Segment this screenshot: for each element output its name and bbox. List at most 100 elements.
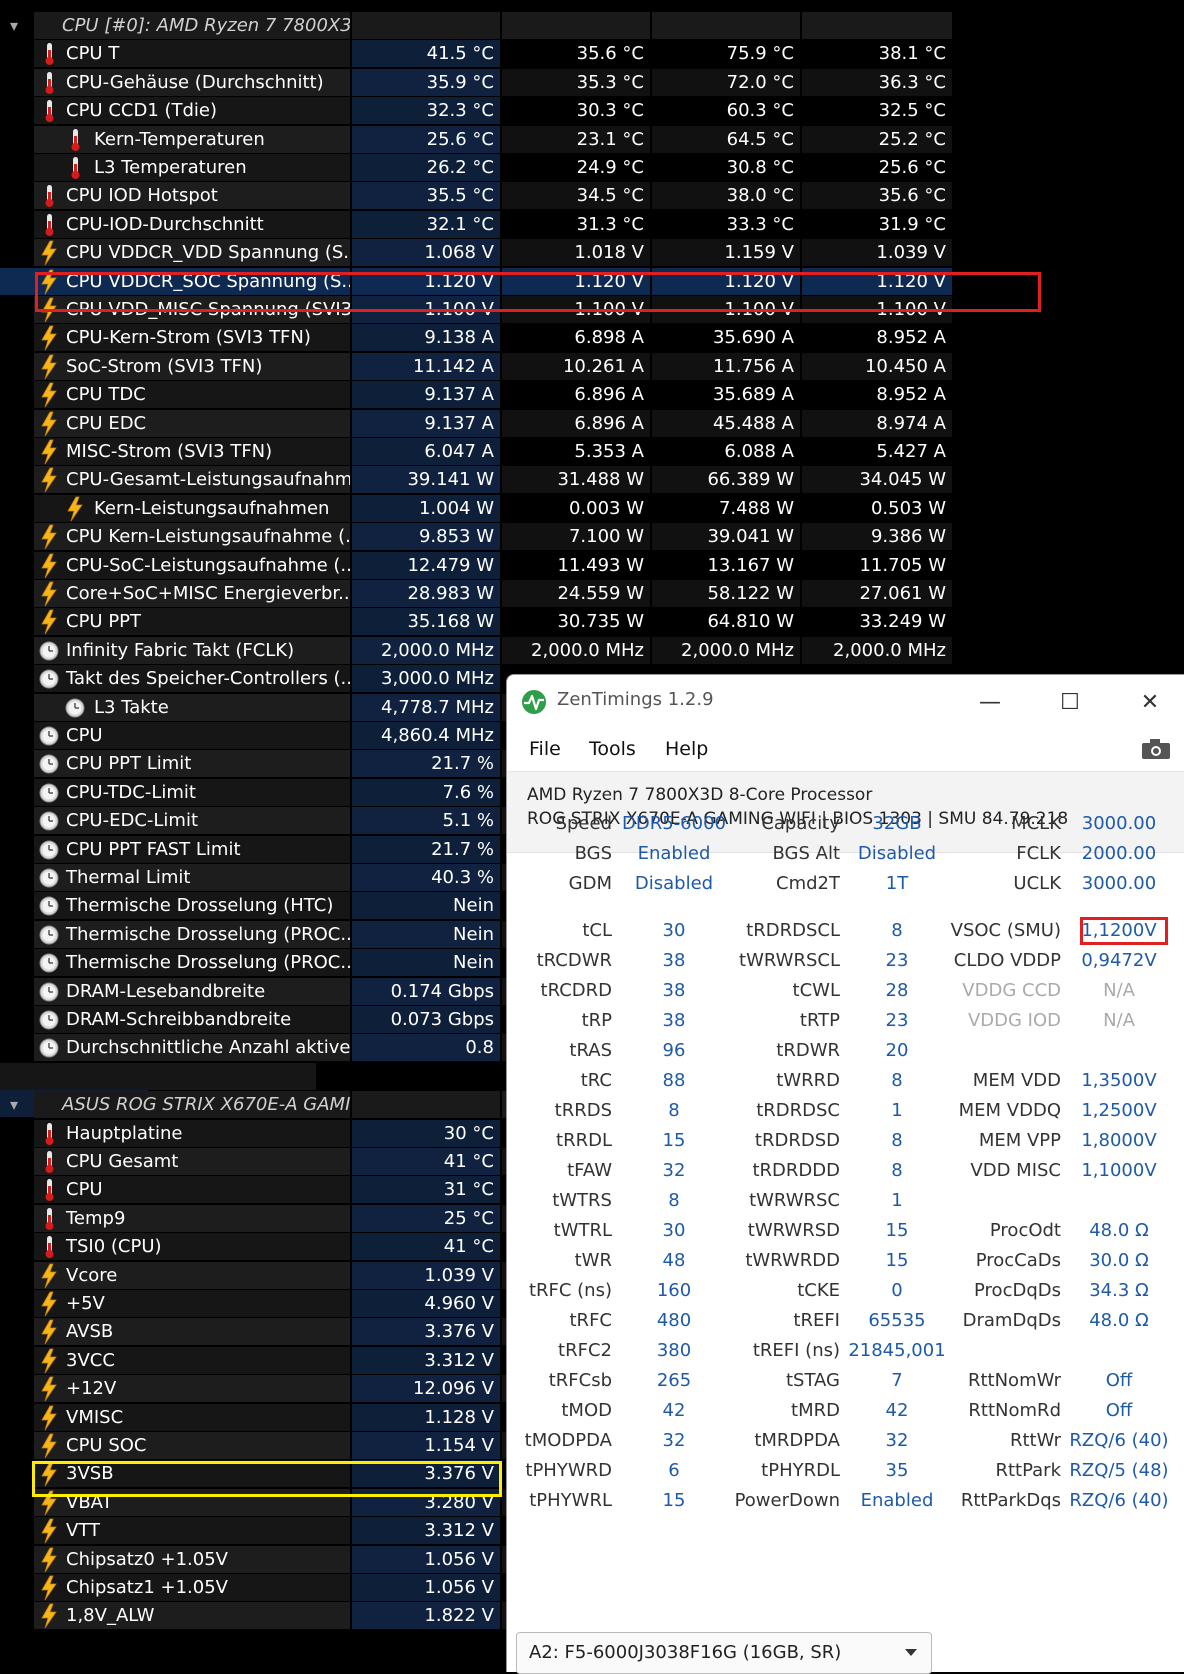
clock-icon	[38, 723, 60, 749]
collapse-chevron-icon[interactable]: ▾	[10, 12, 18, 39]
sensor-label: VMISC	[34, 1404, 350, 1431]
value-text: 25.2 °C	[878, 129, 946, 150]
sensor-row[interactable]: CPU TDC 9.137 A 6.896 A 35.689 A 8.952 A	[0, 381, 952, 410]
timing-label: ProcCaDs	[975, 1250, 1061, 1271]
clock-icon	[38, 751, 60, 777]
value-text: 1.056 V	[424, 1577, 494, 1598]
sensor-row[interactable]: CPU IOD Hotspot 35.5 °C 34.5 °C 38.0 °C 35.6…	[0, 182, 952, 211]
timing-label: tWTRL	[553, 1220, 612, 1241]
sensor-row[interactable]: CPU-SoC-Leistungsaufnahme (... 12.479 W 11…	[0, 552, 952, 581]
sensor-row[interactable]: CPU-Gehäuse (Durchschnitt) 35.9 °C 35.3 °C…	[0, 69, 952, 98]
timing-label: PowerDown	[734, 1490, 840, 1511]
sensor-value-current: 9.853 W	[352, 523, 500, 550]
sensor-value-max: 33.3 °C	[652, 211, 800, 238]
timing-label: tMRDPDA	[754, 1430, 840, 1451]
sensor-value-current: 39.141 W	[352, 466, 500, 493]
sensor-row[interactable]: Core+SoC+MISC Energieverbr... 28.983 W 24.…	[0, 580, 952, 609]
sensor-value-current: 26.2 °C	[352, 154, 500, 181]
timing-label: Cmd2T	[776, 873, 840, 894]
value-text: 28.983 W	[407, 583, 494, 604]
thermometer-icon	[38, 1206, 60, 1232]
minimize-button[interactable]: —	[967, 683, 1013, 723]
sensor-value-max: 64.5 °C	[652, 126, 800, 153]
chevron-down-icon[interactable]	[905, 1649, 917, 1656]
thermometer-icon	[38, 1177, 60, 1203]
camera-icon[interactable]	[1141, 737, 1171, 761]
sensor-row[interactable]: CPU CCD1 (Tdie) 32.3 °C 30.3 °C 60.3 °C 32.5…	[0, 97, 952, 126]
clock-icon	[38, 1007, 60, 1033]
sensor-label-text: DRAM-Schreibbandbreite	[66, 1009, 292, 1030]
timing-label: tRCDWR	[536, 950, 612, 971]
group-label: ASUS ROG STRIX X670E-A GAMI...	[34, 1091, 350, 1118]
sensor-label-text: Durchschnittliche Anzahl aktive...	[66, 1037, 350, 1058]
sensor-row[interactable]: CPU-Gesamt-Leistungsaufnahme 39.141 W 31.4…	[0, 466, 952, 495]
lightning-icon	[38, 1376, 60, 1402]
timing-label: tSTAG	[785, 1370, 840, 1391]
value-text: 41.5 °C	[426, 43, 494, 64]
sensor-row[interactable]: ›L3 Temperaturen26.2 °C24.9 °C30.8 °C25.…	[0, 154, 952, 183]
value-text: 4,778.7 MHz	[381, 697, 494, 718]
sensor-label-text: AVSB	[66, 1321, 114, 1342]
timing-value: RZQ/5 (48)	[1069, 1460, 1169, 1481]
sensor-row[interactable]: ›Kern-Temperaturen25.6 °C23.1 °C64.5 °C2…	[0, 126, 952, 155]
sensor-label-text: MISC-Strom (SVI3 TFN)	[66, 441, 273, 462]
sensor-label-text: VTT	[66, 1520, 100, 1541]
sensor-row[interactable]: SoC-Strom (SVI3 TFN) 11.142 A 10.261 A 11.7…	[0, 353, 952, 382]
value-text: 12.479 W	[407, 555, 494, 576]
selection-strip	[0, 268, 34, 295]
timing-label: tWTRS	[552, 1190, 612, 1211]
menu-tools[interactable]: Tools	[589, 738, 636, 760]
timing-label: RttParkDqs	[960, 1490, 1061, 1511]
empty-cell	[802, 12, 952, 39]
timing-label: tWRWRSCL	[739, 950, 840, 971]
sensor-row[interactable]: CPU EDC 9.137 A 6.896 A 45.488 A 8.974 A	[0, 410, 952, 439]
sensor-value-max: 72.0 °C	[652, 69, 800, 96]
lightning-icon	[38, 1603, 60, 1629]
sensor-row[interactable]: Infinity Fabric Takt (FCLK) 2,000.0 MHz 2,…	[0, 637, 952, 666]
thermometer-icon	[38, 1234, 60, 1260]
sensor-value-current: 32.1 °C	[352, 211, 500, 238]
value-text: 25.6 °C	[426, 129, 494, 150]
sensor-label: CPU T	[34, 40, 350, 67]
sensor-value-avg: 27.061 W	[802, 580, 952, 607]
group-row-cpu[interactable]: ▾ CPU [#0]: AMD Ryzen 7 7800X3...	[0, 12, 952, 41]
value-text: 5.427 A	[876, 441, 946, 462]
thermometer-icon	[38, 1121, 60, 1147]
sensor-label: CPU-SoC-Leistungsaufnahme (...	[34, 552, 350, 579]
sensor-label: CPU SOC	[34, 1432, 350, 1459]
sensor-row[interactable]: MISC-Strom (SVI3 TFN) 6.047 A 5.353 A 6.088…	[0, 438, 952, 467]
sensor-row[interactable]: CPU VDDCR_VDD Spannung (S... 1.068 V 1.018…	[0, 239, 952, 268]
sensor-row[interactable]: ›Kern-Leistungsaufnahmen1.004 W0.003 W7.…	[0, 495, 952, 524]
timing-label: DramDqDs	[962, 1310, 1061, 1331]
menu-help[interactable]: Help	[665, 738, 708, 760]
highlight-red-box	[35, 272, 1041, 312]
sensor-value-current: 12.479 W	[352, 552, 500, 579]
lightning-icon	[38, 1518, 60, 1544]
value-text: 35.6 °C	[576, 43, 644, 64]
lightning-icon	[38, 354, 60, 380]
sensor-label-text: Thermische Drosselung (PROC...	[66, 924, 350, 945]
sensor-row[interactable]: CPU Kern-Leistungsaufnahme (... 9.853 W 7.…	[0, 523, 952, 552]
sensor-row[interactable]: CPU T 41.5 °C 35.6 °C 75.9 °C 38.1 °C	[0, 40, 952, 69]
timing-label: tMODPDA	[524, 1430, 612, 1451]
thermometer-icon	[64, 127, 86, 153]
value-text: 35.6 °C	[878, 185, 946, 206]
sensor-value-min: 35.3 °C	[502, 69, 650, 96]
menu-file[interactable]: File	[529, 738, 561, 760]
maximize-button[interactable]: ☐	[1047, 683, 1093, 723]
collapse-chevron-icon[interactable]: ▾	[10, 1091, 18, 1118]
timing-value: N/A	[1103, 1010, 1135, 1031]
close-button[interactable]: ✕	[1127, 683, 1173, 723]
sensor-label-text: 1,8V_ALW	[66, 1605, 155, 1626]
thermometer-icon	[38, 98, 60, 124]
sensor-label: 1,8V_ALW	[34, 1602, 350, 1629]
value-text: 21.7 %	[431, 753, 494, 774]
sensor-value-current: 9.137 A	[352, 381, 500, 408]
value-text: 3.312 V	[424, 1520, 494, 1541]
timing-label: tCL	[582, 920, 612, 941]
value-text: 1.159 V	[724, 242, 794, 263]
sensor-row[interactable]: CPU-IOD-Durchschnitt 32.1 °C 31.3 °C 33.3 °…	[0, 211, 952, 240]
sensor-row[interactable]: CPU-Kern-Strom (SVI3 TFN) 9.138 A 6.898 A 3…	[0, 324, 952, 353]
timing-label: tRRDL	[556, 1130, 612, 1151]
sensor-row[interactable]: CPU PPT 35.168 W 30.735 W 64.810 W 33.249 W	[0, 608, 952, 637]
